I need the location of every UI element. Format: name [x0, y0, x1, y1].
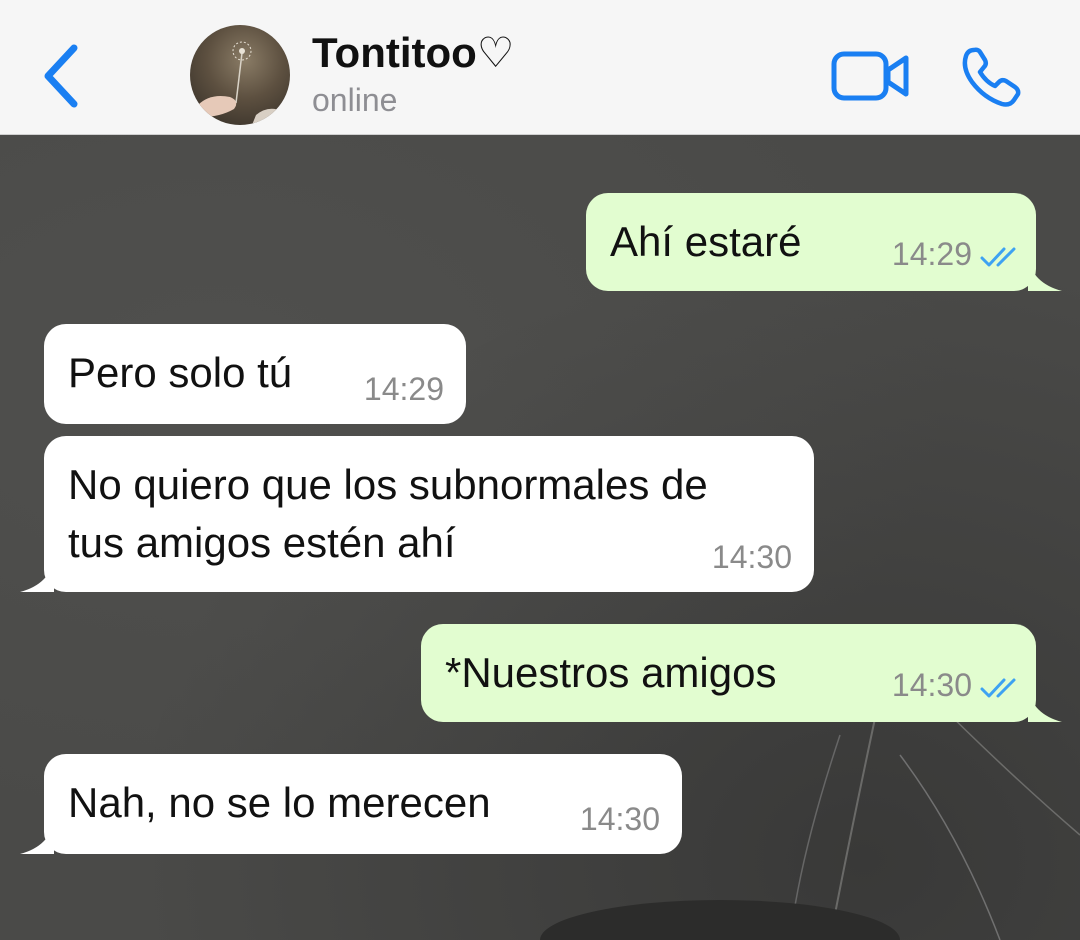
message-list[interactable]: Ahí estaré 14:29 Pero solo tú 14:29 No q…: [0, 135, 1080, 940]
back-button[interactable]: [36, 40, 86, 112]
message-text: Pero solo tú: [68, 349, 293, 396]
bubble-tail: [20, 558, 54, 592]
message-bubble-incoming[interactable]: Pero solo tú 14:29: [44, 324, 466, 424]
avatar-photo: [198, 41, 282, 125]
message-text: No quiero que los subnormales de tus ami…: [68, 461, 708, 566]
message-time: 14:30: [891, 667, 972, 703]
bubble-tail: [1028, 688, 1062, 722]
chat-header: Tontitoo♡ online: [0, 0, 1080, 135]
message-text: Nah, no se lo merecen: [68, 779, 491, 826]
double-check-icon: [980, 678, 1016, 698]
message-time: 14:29: [363, 371, 444, 407]
contact-name[interactable]: Tontitoo♡: [312, 28, 514, 77]
message-time: 14:29: [891, 236, 972, 272]
voice-call-button[interactable]: [958, 44, 1028, 110]
contact-status: online: [312, 82, 398, 118]
bubble-tail: [20, 820, 54, 854]
phone-icon: [962, 47, 1021, 107]
message-text: Ahí estaré: [610, 218, 802, 265]
message-bubble-incoming[interactable]: No quiero que los subnormales de tus ami…: [20, 436, 814, 592]
video-camera-icon: [831, 51, 909, 101]
avatar[interactable]: [190, 25, 290, 125]
message-time: 14:30: [711, 539, 792, 575]
chevron-left-icon: [44, 44, 78, 108]
double-check-icon: [980, 247, 1016, 267]
message-text: *Nuestros amigos: [445, 649, 777, 696]
message-time: 14:30: [579, 801, 660, 837]
video-call-button[interactable]: [830, 48, 912, 104]
bubble-tail: [1028, 257, 1062, 291]
chat-screen: Tontitoo♡ online Ahí estaré 14:29 Pero s…: [0, 0, 1080, 940]
message-bubble-incoming[interactable]: Nah, no se lo merecen 14:30: [20, 754, 682, 854]
message-bubble-outgoing[interactable]: *Nuestros amigos 14:30: [421, 624, 1062, 722]
message-bubble-outgoing[interactable]: Ahí estaré 14:29: [586, 193, 1062, 291]
